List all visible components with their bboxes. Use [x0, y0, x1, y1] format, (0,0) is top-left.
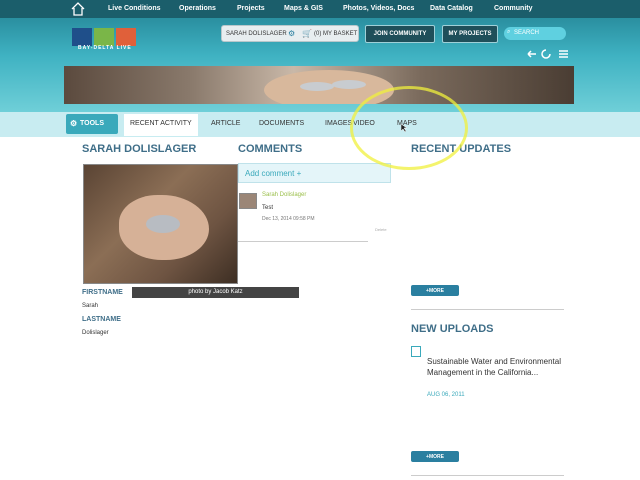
- upload-date: AUG 06, 2011: [427, 392, 465, 398]
- fish-cluster: [146, 215, 180, 233]
- firstname-label: FIRSTNAME: [82, 289, 123, 296]
- lastname-value: Dolislager: [82, 330, 109, 336]
- search-box[interactable]: ⌕ SEARCH: [504, 27, 566, 40]
- photo-caption: photo by Jacob Katz: [132, 287, 299, 298]
- new-uploads-heading: NEW UPLOADS: [411, 323, 494, 335]
- refresh-icon[interactable]: [541, 49, 551, 59]
- tab-article[interactable]: ARTICLE: [211, 120, 240, 127]
- list-icon[interactable]: [559, 50, 568, 58]
- nav-live-conditions[interactable]: Live Conditions: [108, 5, 161, 12]
- section-divider: [411, 309, 564, 310]
- tab-recent-activity[interactable]: RECENT ACTIVITY: [124, 114, 198, 136]
- user-basket-box: SARAH DOLISLAGER ⚙ 🛒 (0) MY BASKET: [221, 25, 359, 42]
- recent-updates-more-button[interactable]: +MORE: [411, 285, 459, 296]
- join-community-button[interactable]: JOIN COMMUNITY: [365, 25, 435, 43]
- tools-label: TOOLS: [80, 120, 104, 127]
- nav-community[interactable]: Community: [494, 5, 533, 12]
- nav-photos-videos-docs[interactable]: Photos, Videos, Docs: [343, 5, 414, 12]
- cursor-highlight-ring: [350, 86, 468, 170]
- comment-delete-link[interactable]: Delete: [375, 227, 387, 232]
- profile-name-heading: SARAH DOLISLAGER: [82, 143, 197, 155]
- my-basket-link[interactable]: (0) MY BASKET: [314, 31, 357, 37]
- search-placeholder: SEARCH: [514, 30, 540, 36]
- nav-operations[interactable]: Operations: [179, 5, 216, 12]
- logo-tile-bird: [72, 28, 92, 46]
- lastname-label: LASTNAME: [82, 316, 121, 323]
- hero-banner-image: [64, 66, 574, 104]
- logo-tile-plant: [94, 28, 114, 46]
- upload-title-link[interactable]: Sustainable Water and Environmental Mana…: [427, 356, 567, 378]
- profile-photo: [83, 164, 238, 284]
- section-divider: [411, 475, 564, 476]
- add-comment-button[interactable]: Add comment +: [238, 163, 391, 183]
- comment-divider: [238, 241, 368, 242]
- home-icon[interactable]: [70, 1, 86, 17]
- nav-data-catalog[interactable]: Data Catalog: [430, 5, 473, 12]
- nav-projects[interactable]: Projects: [237, 5, 265, 12]
- tab-images[interactable]: IMAGES: [325, 120, 352, 127]
- nav-maps-gis[interactable]: Maps & GIS: [284, 5, 323, 12]
- cart-icon[interactable]: 🛒: [302, 29, 312, 38]
- fish-shape: [300, 82, 334, 91]
- document-icon: [411, 346, 421, 357]
- back-arrow-icon[interactable]: [527, 50, 536, 58]
- comments-heading: COMMENTS: [238, 143, 303, 155]
- new-uploads-more-button[interactable]: +MORE: [411, 451, 459, 462]
- username-link[interactable]: SARAH DOLISLAGER: [226, 31, 287, 37]
- comment-text: Test: [262, 205, 274, 211]
- gear-icon[interactable]: ⚙: [288, 29, 295, 38]
- comment-avatar: [239, 193, 257, 209]
- logo-tile-fish: [116, 28, 136, 46]
- search-icon: ⌕: [507, 29, 511, 35]
- logo-text: BAY-DELTA LIVE: [78, 45, 132, 51]
- header-icon-group: [527, 49, 568, 59]
- firstname-value: Sarah: [82, 303, 99, 309]
- top-navigation: Live Conditions Operations Projects Maps…: [0, 0, 640, 18]
- comment-date: Dec 13, 2014 09:58 PM: [262, 216, 315, 222]
- tab-documents[interactable]: DOCUMENTS: [259, 120, 304, 127]
- tools-button[interactable]: ⚙ TOOLS: [66, 114, 118, 134]
- comment-user-link[interactable]: Sarah Dolislager: [262, 192, 306, 198]
- gear-icon: ⚙: [70, 119, 78, 128]
- my-projects-button[interactable]: MY PROJECTS: [442, 25, 498, 43]
- fish-shape: [332, 80, 366, 89]
- mouse-pointer-icon: [401, 124, 407, 132]
